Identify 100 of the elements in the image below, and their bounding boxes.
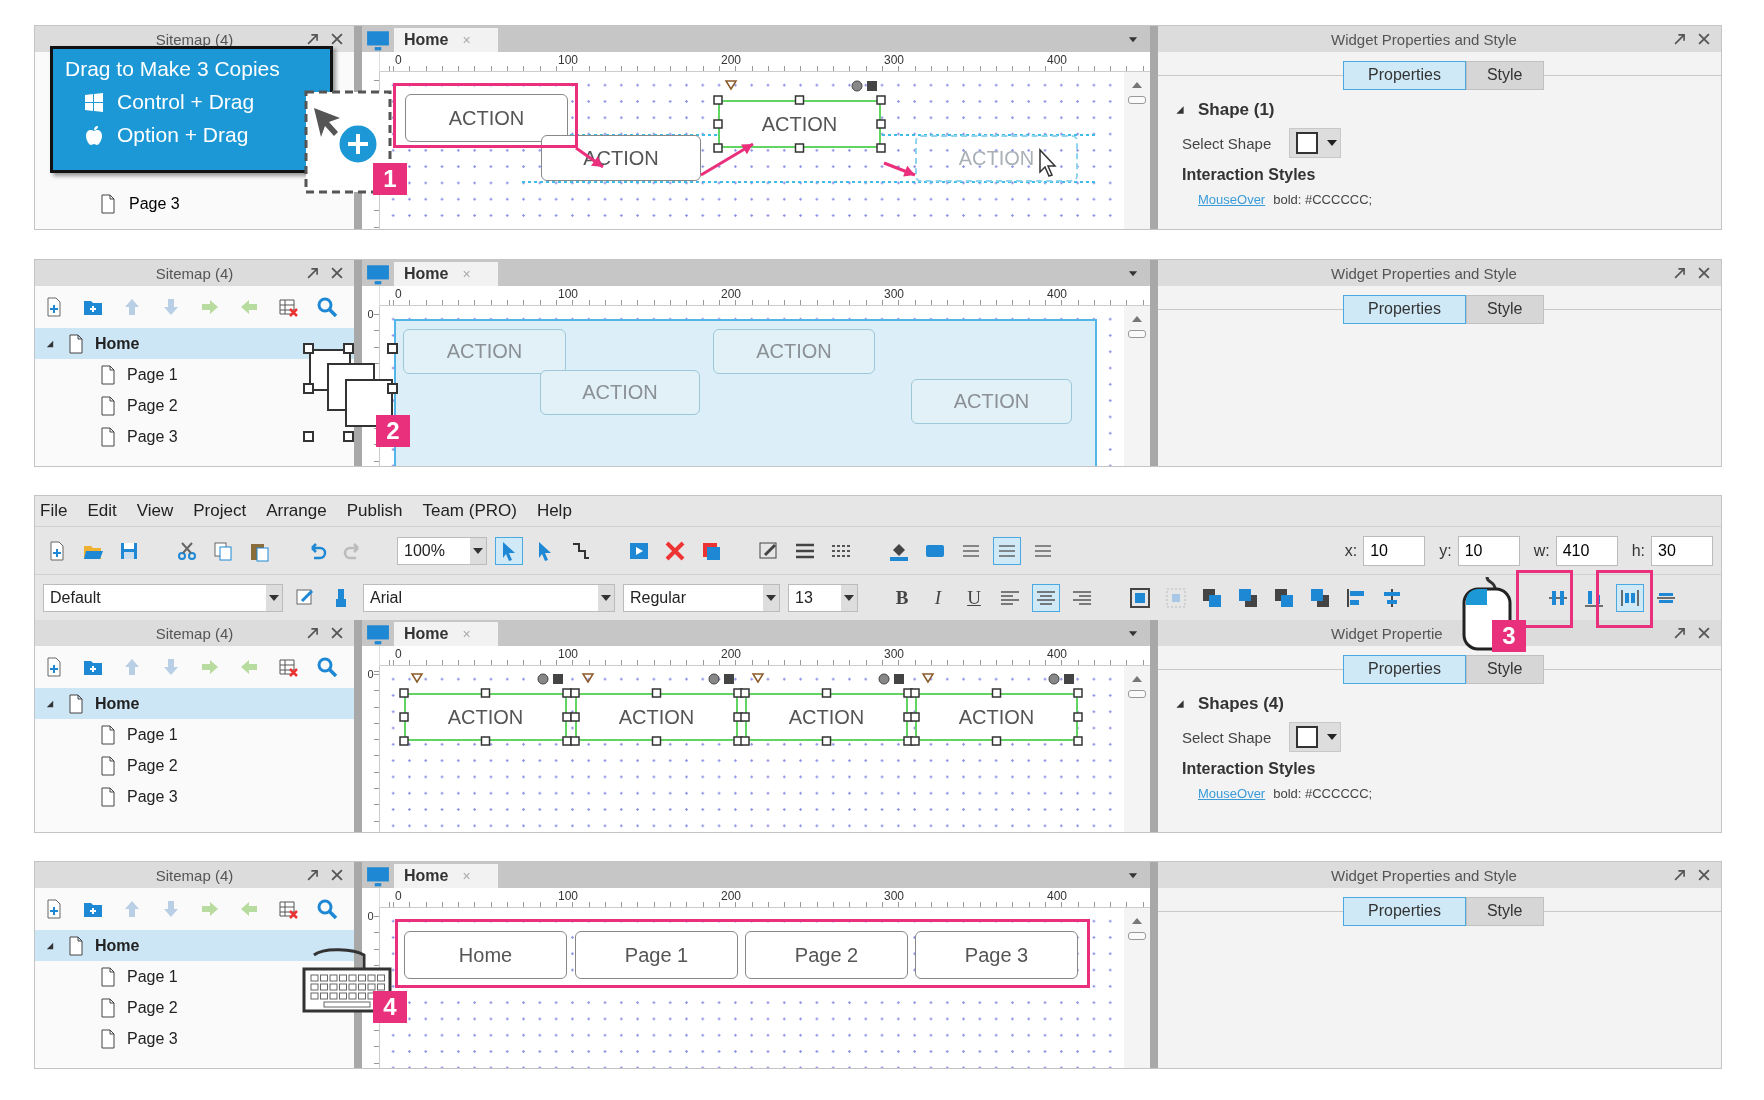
menu-item[interactable]: File <box>40 501 68 521</box>
pane-title: Widget Properties and Style <box>1331 264 1517 282</box>
ruler-label: 0 <box>395 53 402 67</box>
font-weight-dropdown[interactable]: Regular <box>623 583 780 612</box>
document-tab[interactable]: Home × <box>394 864 498 888</box>
tab[interactable]: Properties <box>1343 896 1466 926</box>
number-field[interactable]: 10 <box>1457 535 1520 566</box>
action-button-widget[interactable]: ACTION <box>575 693 738 741</box>
menu-item[interactable]: Help <box>536 501 572 521</box>
ruler-label: 200 <box>721 647 742 661</box>
pane-title: Sitemap (4) <box>155 624 234 642</box>
action-button-widget[interactable]: ACTION <box>915 693 1078 741</box>
step-number-badge: 1 <box>373 163 407 195</box>
pane-title: Widget Properties and Style <box>1331 866 1517 884</box>
tab[interactable]: Properties <box>1343 654 1466 684</box>
tooltip-text: Control + Drag <box>117 90 255 114</box>
ruler-label: 0 <box>367 668 374 680</box>
menu-item[interactable]: Team (PRO) <box>422 501 517 521</box>
menu-item[interactable]: Arrange <box>266 501 327 521</box>
field-label: x: <box>1344 541 1358 560</box>
pane-title: Widget Properties and Style <box>1331 30 1517 48</box>
ruler-label: 400 <box>1047 889 1068 903</box>
sitemap-item[interactable]: Page 2 <box>35 992 186 1023</box>
ruler-label: 300 <box>884 647 905 661</box>
document-tab[interactable]: Home × <box>394 262 498 286</box>
ruler-label: 0 <box>395 889 402 903</box>
sitemap-item[interactable]: Home <box>35 328 354 359</box>
action-button-widget[interactable]: Page 3 <box>915 931 1078 979</box>
tooltip-text: Option + Drag <box>117 123 249 147</box>
section-title: Shapes (4) <box>1198 694 1284 714</box>
ruler-label: 200 <box>721 889 742 903</box>
sitemap-item[interactable]: Page 3 <box>35 781 186 812</box>
ruler-label: 400 <box>1047 53 1068 67</box>
format-button[interactable]: I <box>924 583 952 612</box>
menu-item[interactable]: Edit <box>87 501 117 521</box>
sitemap-item[interactable]: Page 1 <box>35 359 186 390</box>
ruler-label: 0 <box>367 308 374 320</box>
ruler-label: 300 <box>884 287 905 301</box>
subheading: Interaction Styles <box>1181 166 1317 184</box>
action-button-widget[interactable]: ACTION <box>718 100 881 148</box>
field-label: Select Shape <box>1182 134 1272 152</box>
tab[interactable]: Properties <box>1343 294 1466 324</box>
sitemap-item[interactable]: Home <box>35 930 354 961</box>
ruler-label: 0 <box>367 910 374 922</box>
tab[interactable]: Style <box>1465 60 1544 90</box>
action-button-widget[interactable]: ACTION <box>404 693 567 741</box>
ruler-label: 0 <box>395 647 402 661</box>
document-tab[interactable]: Home × <box>394 622 498 646</box>
style-value: bold: #CCCCCC; <box>1273 786 1373 801</box>
zoom-dropdown[interactable]: 100% <box>397 536 487 565</box>
action-button-widget[interactable]: ACTION <box>745 693 908 741</box>
ruler-label: 300 <box>884 889 905 903</box>
menu-item[interactable]: Publish <box>346 501 403 521</box>
style-value: bold: #CCCCCC; <box>1273 192 1373 207</box>
ruler-label: 300 <box>884 53 905 67</box>
sitemap-item[interactable]: Page 3 <box>35 188 354 219</box>
tab[interactable]: Style <box>1465 896 1544 926</box>
sitemap-item[interactable]: Page 1 <box>35 961 186 992</box>
sitemap-item[interactable]: Page 1 <box>35 719 186 750</box>
ruler-label: 0 <box>395 287 402 301</box>
ruler-label: 100 <box>558 889 579 903</box>
document-tab[interactable]: Home × <box>394 28 498 52</box>
ruler-label: 200 <box>721 287 742 301</box>
field-label: Select Shape <box>1182 728 1272 746</box>
ruler-label: 100 <box>558 287 579 301</box>
number-field[interactable]: 10 <box>1363 535 1426 566</box>
sitemap-item[interactable]: Home <box>35 688 354 719</box>
pane-title: Sitemap (4) <box>155 264 234 282</box>
pane-title: Widget Propertie <box>1331 624 1443 642</box>
subheading: Interaction Styles <box>1181 760 1317 778</box>
number-field[interactable]: 30 <box>1651 535 1713 566</box>
field-label: h: <box>1631 541 1645 560</box>
ruler-label: 400 <box>1047 287 1068 301</box>
sitemap-item[interactable]: Page 3 <box>35 1023 186 1054</box>
action-button-widget[interactable]: Page 2 <box>745 931 908 979</box>
tab[interactable]: Properties <box>1343 60 1466 90</box>
field-label: y: <box>1439 541 1452 560</box>
menu-item[interactable]: Project <box>193 501 247 521</box>
number-field[interactable]: 410 <box>1555 535 1618 566</box>
sitemap-item[interactable]: Page 2 <box>35 750 186 781</box>
format-button[interactable]: B <box>888 583 916 612</box>
ruler-label: 100 <box>558 647 579 661</box>
sitemap-item[interactable]: Page 3 <box>35 421 186 452</box>
sitemap-item[interactable]: Page 2 <box>35 390 186 421</box>
step-number-badge: 4 <box>373 991 407 1023</box>
tab[interactable]: Style <box>1465 294 1544 324</box>
ruler-label: 400 <box>1047 647 1068 661</box>
menu-item[interactable]: View <box>136 501 174 521</box>
format-button[interactable]: U <box>960 583 988 612</box>
pane-title: Sitemap (4) <box>155 866 234 884</box>
action-button-widget[interactable]: Home <box>404 931 567 979</box>
font-size-dropdown[interactable]: 13 <box>788 583 858 612</box>
ruler-label: 200 <box>721 53 742 67</box>
font-dropdown[interactable]: Arial <box>363 583 615 612</box>
step-number-badge: 3 <box>1492 620 1526 652</box>
action-button-widget[interactable]: Page 1 <box>575 931 738 979</box>
style-dropdown[interactable]: Default <box>43 583 283 612</box>
tab[interactable]: Style <box>1465 654 1544 684</box>
step-number-badge: 2 <box>376 415 410 447</box>
action-button-widget[interactable]: ACTION <box>405 94 568 142</box>
